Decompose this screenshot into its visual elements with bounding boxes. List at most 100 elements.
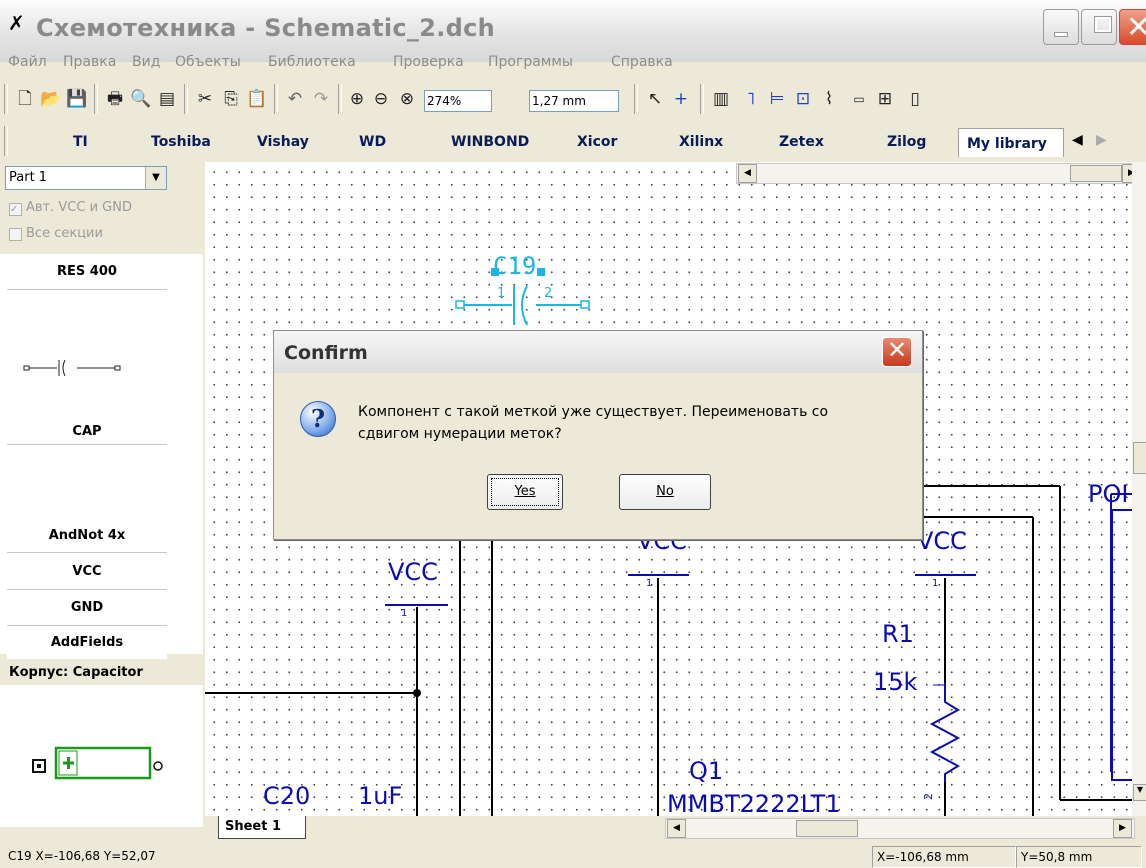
package-label: Корпус: Capacitor	[9, 665, 143, 680]
scroll-down-icon[interactable]: ▼	[1133, 784, 1146, 801]
list-item[interactable]: RES 400	[7, 254, 167, 290]
pointer-icon[interactable]: ↖	[644, 88, 666, 110]
zoom-select[interactable]: 274%	[424, 90, 492, 112]
list-item[interactable]: VCC	[7, 554, 167, 590]
tabs-scroll-right-icon[interactable]: ▶	[1096, 132, 1107, 148]
scroll-thumb[interactable]	[796, 820, 858, 837]
auto-vcc-checkbox[interactable]: ✓	[9, 203, 22, 216]
all-sections-label: Все секции	[26, 226, 103, 241]
dialog-title: Confirm	[284, 342, 368, 364]
restore-button[interactable]	[1081, 9, 1117, 45]
undo-icon[interactable]: ↶	[284, 88, 306, 110]
print-preview-icon[interactable]: 🔍	[130, 88, 152, 110]
r1-value: 15k	[873, 668, 918, 696]
dialog-message: Компонент с такой меткой уже существует.…	[358, 401, 918, 445]
menu-library[interactable]: Библиотека	[268, 54, 356, 70]
menu-bar: Файл Правка Вид Объекты Библиотека Прове…	[0, 50, 1146, 74]
zoom-fit-icon[interactable]: ⊗	[396, 88, 418, 110]
library-tabs: TI Toshiba Vishay WD WINBOND Xicor Xilin…	[0, 124, 1146, 158]
list-item-selected[interactable]: CAP	[7, 290, 167, 445]
tabs-scroll-left-icon[interactable]: ◀	[1072, 132, 1083, 148]
menu-programs[interactable]: Программы	[488, 54, 573, 70]
tab-winbond[interactable]: WINBOND	[451, 134, 529, 150]
copy-icon[interactable]: ⎘	[220, 88, 242, 110]
menu-check[interactable]: Проверка	[393, 54, 464, 70]
capacitor-package-icon	[32, 746, 163, 780]
save-icon[interactable]: 💾	[66, 88, 88, 110]
menu-view[interactable]: Вид	[132, 54, 160, 70]
tab-xilinx[interactable]: Xilinx	[679, 134, 723, 150]
redo-icon[interactable]: ↷	[310, 88, 332, 110]
minimize-icon	[1054, 32, 1068, 37]
tab-ti[interactable]: TI	[73, 134, 88, 150]
scroll-left-icon[interactable]: ◀	[667, 819, 686, 838]
cut-icon[interactable]: ✂	[194, 88, 216, 110]
zoom-value: 274%	[427, 94, 462, 108]
toolbar-separator	[700, 84, 704, 114]
package-preview	[0, 685, 203, 827]
tab-zetex[interactable]: Zetex	[779, 134, 824, 150]
scroll-left-icon[interactable]: ◀	[738, 164, 757, 183]
close-icon: ✕	[887, 336, 908, 364]
list-item[interactable]: GND	[7, 590, 167, 626]
sheet-tab[interactable]: Sheet 1	[218, 816, 306, 839]
zoom-in-icon[interactable]: ⊕	[346, 88, 368, 110]
no-button-label: No	[656, 484, 674, 499]
status-x-panel: X=-106,68 mm	[872, 846, 1016, 868]
toolbar-separator	[94, 84, 98, 114]
r1-pin-label: 2	[922, 793, 935, 800]
vertical-scrollbar[interactable]: ▼	[1132, 162, 1146, 816]
chip-icon[interactable]: ▭	[848, 88, 870, 110]
list-item[interactable]: AndNot 4x	[7, 519, 167, 553]
scroll-thumb[interactable]	[1070, 165, 1122, 182]
print-icon[interactable]: 🖶	[104, 88, 126, 110]
probe-icon[interactable]: ⌇	[818, 88, 840, 110]
ic-icon[interactable]: ⊞	[874, 88, 896, 110]
tab-xicor[interactable]: Xicor	[577, 134, 617, 150]
yes-button[interactable]: Yes	[487, 474, 563, 510]
zoom-out-icon[interactable]: ⊖	[370, 88, 392, 110]
vertical-scroll-thumb[interactable]	[1133, 442, 1146, 474]
new-file-icon[interactable]: 🗋	[14, 88, 36, 110]
port-label: POI	[1088, 480, 1129, 508]
component-icon[interactable]: ▥	[710, 88, 732, 110]
bus-icon[interactable]: ⊨	[766, 88, 788, 110]
grid-select[interactable]: 1,27 mm	[529, 90, 619, 112]
top-scrollbar[interactable]: ◀ ▶	[736, 163, 1144, 184]
horizontal-scrollbar[interactable]: ◀ ▶	[665, 818, 1135, 839]
tab-zilog[interactable]: Zilog	[887, 134, 926, 150]
c20-value: 1uF	[358, 782, 403, 810]
all-sections-checkbox[interactable]	[9, 228, 22, 241]
open-folder-icon[interactable]: 📂	[40, 88, 62, 110]
wire-icon[interactable]: ˥	[740, 88, 762, 110]
component-name: RES 400	[57, 264, 117, 279]
minimize-button[interactable]	[1043, 9, 1079, 45]
document-icon[interactable]: ▤	[156, 88, 178, 110]
vcc-label: VCC	[917, 527, 967, 555]
crosshair-icon[interactable]: +	[670, 88, 692, 110]
list-item[interactable]: AddFields	[7, 626, 167, 660]
c19-pin1-label: 1	[497, 286, 506, 301]
menu-file[interactable]: Файл	[8, 54, 47, 70]
tab-my-library[interactable]: My library	[958, 128, 1064, 157]
paste-icon[interactable]: 📋	[246, 88, 268, 110]
part-select[interactable]: Part 1 ▼	[5, 166, 167, 190]
net-port-icon[interactable]: ⊡	[792, 88, 814, 110]
menu-edit[interactable]: Правка	[63, 54, 116, 70]
confirm-dialog: Confirm ✕ ? Компонент с такой меткой уже…	[273, 330, 923, 540]
part-dropdown-icon[interactable]: ▼	[145, 167, 166, 189]
toolbar-separator	[634, 84, 638, 114]
grid-value: 1,27 mm	[532, 94, 586, 108]
more-icon[interactable]: ▯	[904, 88, 926, 110]
tab-wd[interactable]: WD	[359, 134, 386, 150]
vcc-pin-label: 1	[401, 608, 408, 619]
menu-help[interactable]: Справка	[611, 54, 673, 70]
question-icon: ?	[300, 401, 336, 437]
close-window-button[interactable]: ✕	[1119, 9, 1146, 45]
menu-objects[interactable]: Объекты	[175, 54, 241, 70]
tab-toshiba[interactable]: Toshiba	[151, 134, 211, 150]
scroll-right-icon[interactable]: ▶	[1113, 819, 1132, 838]
no-button[interactable]: No	[619, 474, 711, 510]
dialog-close-button[interactable]: ✕	[882, 336, 912, 367]
tab-vishay[interactable]: Vishay	[257, 134, 309, 150]
